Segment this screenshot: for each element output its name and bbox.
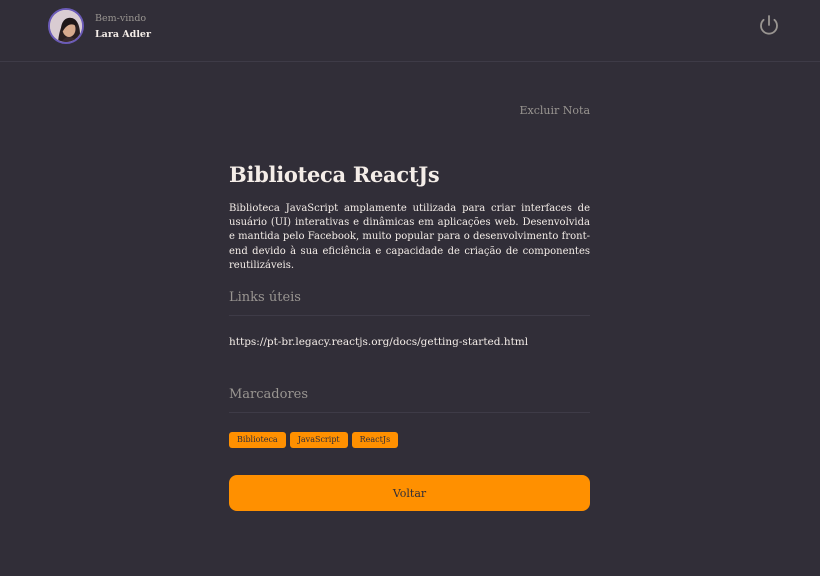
tags-section: Marcadores <box>229 387 590 413</box>
welcome-label: Bem-vindo <box>95 13 147 24</box>
note-title: Biblioteca ReactJs <box>229 162 440 187</box>
user-name[interactable]: Lara Adler <box>95 29 151 40</box>
links-section: Links úteis <box>229 290 590 316</box>
avatar[interactable] <box>48 8 84 44</box>
delete-note-link[interactable]: Excluir Nota <box>420 104 591 117</box>
tag-item: ReactJs <box>351 432 399 448</box>
tag-list: Biblioteca JavaScript ReactJs <box>229 432 399 448</box>
app-header: Bem-vindo Lara Adler <box>0 0 820 62</box>
back-button[interactable]: Voltar <box>229 475 590 511</box>
power-icon[interactable] <box>757 13 781 37</box>
note-content: Biblioteca ReactJs Biblioteca JavaScript… <box>229 160 590 273</box>
tag-item: Biblioteca <box>229 432 286 448</box>
useful-link[interactable]: https://pt-br.legacy.reactjs.org/docs/ge… <box>229 336 528 348</box>
note-description: Biblioteca JavaScript amplamente utiliza… <box>229 203 590 271</box>
tags-section-title: Marcadores <box>229 387 590 413</box>
links-section-title: Links úteis <box>229 290 590 316</box>
tag-item: JavaScript <box>289 432 348 448</box>
user-photo <box>50 10 82 42</box>
